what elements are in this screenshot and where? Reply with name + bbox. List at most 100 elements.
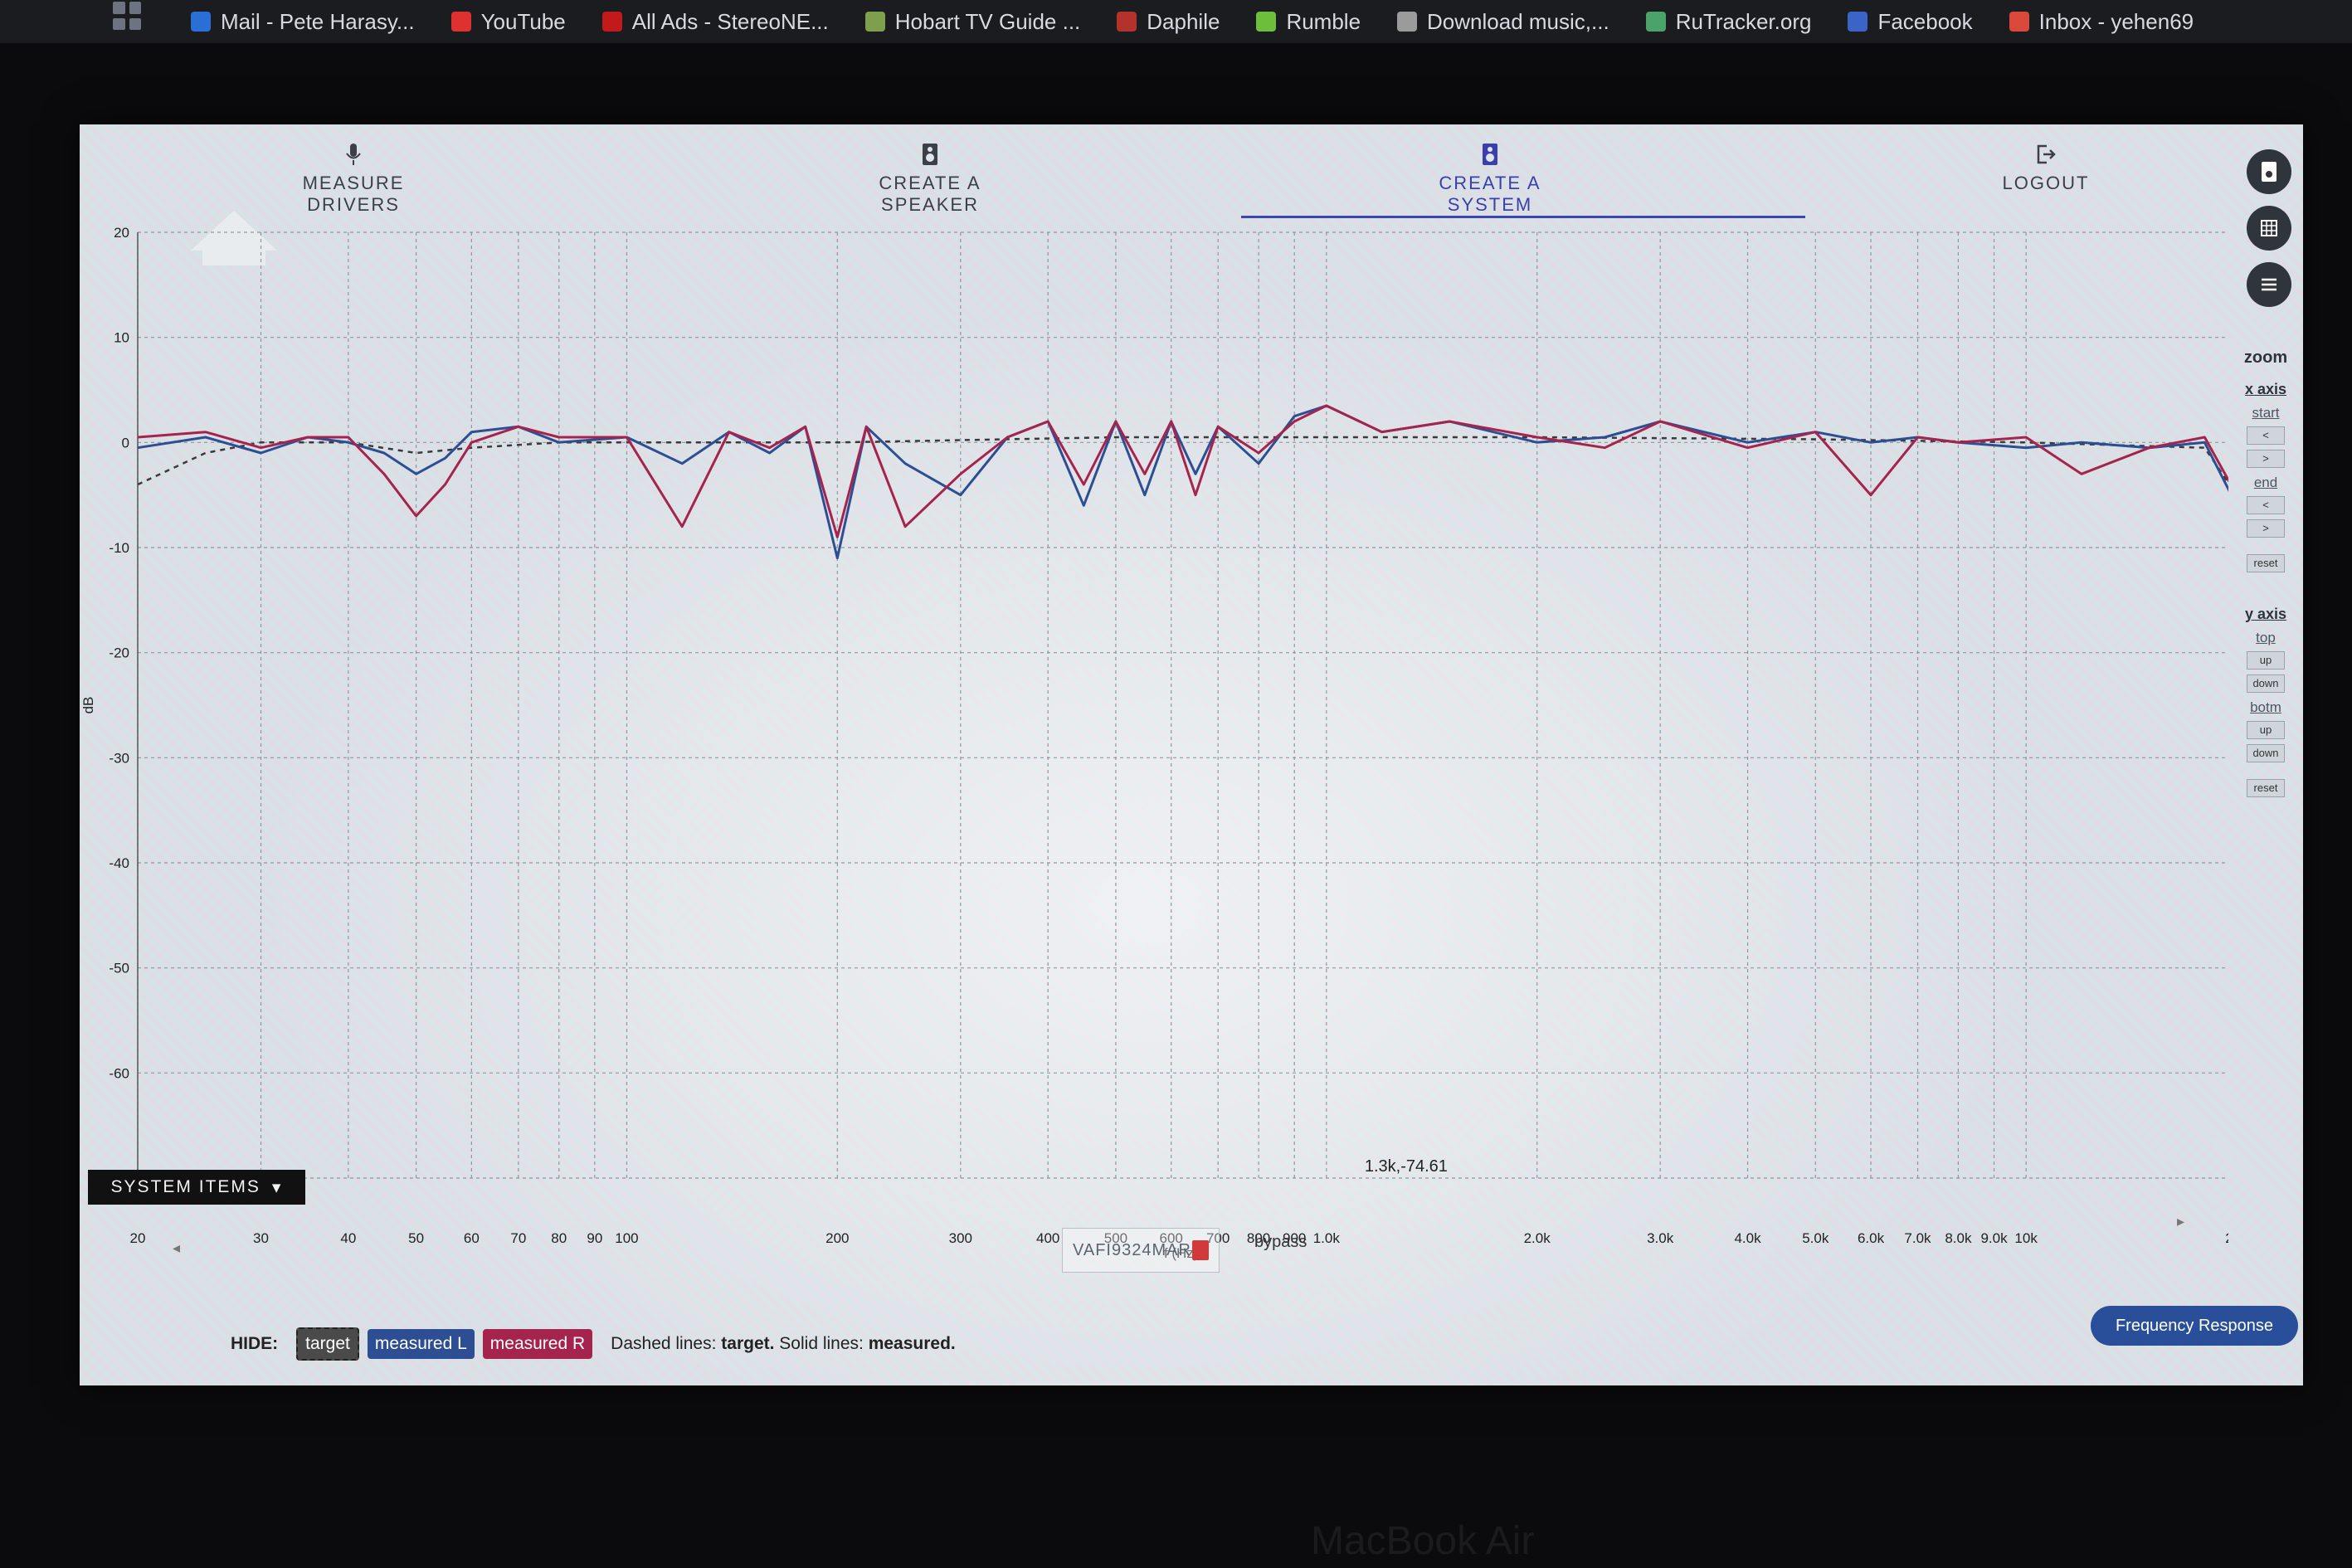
legend: HIDE: target measured L measured R Dashe…: [231, 1327, 956, 1361]
system-item-chip[interactable]: VAFI9324MAR: [1062, 1228, 1220, 1273]
x-tick-label: 40: [340, 1230, 356, 1246]
bookmark-label: Daphile: [1147, 8, 1220, 34]
bookmark-favicon-icon: [1645, 12, 1666, 32]
bookmark-favicon-icon: [1848, 12, 1868, 32]
zoom-panel: zoom x axis start < > end < > reset y ax…: [2237, 348, 2295, 797]
x-tick-label: 10k: [2014, 1230, 2038, 1246]
bookmark-item[interactable]: Download music,...: [1397, 9, 1609, 35]
system-item-name: VAFI9324MAR: [1073, 1240, 1191, 1259]
legend-note: Dashed lines: target. Solid lines: measu…: [611, 1334, 956, 1354]
x-end-label: end: [2253, 475, 2278, 490]
y-reset-button[interactable]: reset: [2247, 779, 2285, 797]
y-tick-label: 10: [114, 330, 129, 346]
y-top-label: top: [2256, 630, 2276, 645]
x-tick-label: 6.0k: [1858, 1230, 1885, 1246]
y-tick-label: -40: [109, 855, 129, 871]
grid-icon: [2261, 220, 2277, 236]
chevron-down-icon: ▾: [271, 1177, 283, 1197]
x-start-left-button[interactable]: <: [2247, 426, 2285, 445]
speaker-icon: [2262, 162, 2277, 182]
y-botm-label: botm: [2250, 699, 2281, 715]
list-view-button[interactable]: [2247, 262, 2291, 307]
x-tick-label: 4.0k: [1734, 1230, 1761, 1246]
hide-measured-r-toggle[interactable]: measured R: [482, 1329, 593, 1359]
bookmark-label: Hobart TV Guide ...: [894, 8, 1081, 34]
x-end-left-button[interactable]: <: [2247, 496, 2285, 514]
note-prefix: Dashed lines:: [611, 1334, 717, 1353]
frequency-response-button[interactable]: Frequency Response: [2091, 1306, 2298, 1346]
bookmark-item[interactable]: Hobart TV Guide ...: [864, 8, 1081, 35]
y-tick-label: 0: [122, 435, 129, 450]
hide-measured-l-toggle[interactable]: measured L: [367, 1329, 475, 1359]
bookmark-label: All Ads - StereoNE...: [631, 8, 829, 34]
x-tick-label: 20k: [2225, 1230, 2228, 1246]
bookmark-favicon-icon: [450, 12, 471, 32]
x-start-label: start: [2252, 405, 2280, 421]
y-axis-label: dB: [80, 697, 96, 714]
bookmark-item[interactable]: Daphile: [1117, 9, 1220, 35]
scroll-right-arrow[interactable]: ▸: [2177, 1213, 2184, 1230]
frequency-response-chart: 20 30 40 50 60 70 80 90 100 200 300 400 500 600 700 800…: [80, 225, 2228, 1261]
bookmark-item[interactable]: Mail - Pete Harasy...: [191, 9, 415, 35]
hide-target-toggle[interactable]: target: [296, 1327, 359, 1361]
series-line: [137, 404, 2228, 560]
hide-label: HIDE:: [231, 1334, 279, 1353]
note-target: target.: [721, 1334, 775, 1353]
bookmark-item[interactable]: Inbox - yehen69: [2009, 9, 2194, 35]
zoom-title: zoom: [2243, 348, 2288, 367]
x-tick-label: 80: [551, 1230, 567, 1246]
apps-grid-icon[interactable]: [113, 2, 141, 30]
bookmark-item[interactable]: All Ads - StereoNE...: [601, 8, 829, 35]
y-tick-label: 20: [114, 225, 129, 241]
x-tick-label: 90: [587, 1230, 602, 1246]
bookmark-label: Mail - Pete Harasy...: [221, 8, 415, 34]
bookmark-label: Facebook: [1877, 8, 1973, 34]
bookmark-favicon-icon: [1117, 12, 1137, 32]
x-tick-label: 5.0k: [1802, 1230, 1829, 1246]
bookmark-item[interactable]: Facebook: [1848, 8, 1973, 35]
y-top-down-button[interactable]: down: [2247, 674, 2285, 693]
x-start-right-button[interactable]: >: [2247, 450, 2285, 468]
y-botm-down-button[interactable]: down: [2247, 744, 2285, 762]
system-items-label: SYSTEM ITEMS: [110, 1177, 261, 1196]
series-line: [137, 404, 2228, 538]
y-tick-label: -20: [109, 645, 129, 661]
speaker-view-button[interactable]: [2247, 149, 2291, 194]
bookmark-item[interactable]: RuTracker.org: [1645, 9, 1811, 35]
x-tick-label: 8.0k: [1945, 1230, 1972, 1246]
system-items-dropdown[interactable]: SYSTEM ITEMS ▾: [88, 1170, 305, 1205]
bookmarks-bar: Mail - Pete Harasy... YouTube All Ads - St…: [0, 0, 2352, 43]
x-tick-label: 20: [130, 1230, 146, 1246]
y-tick-label: -60: [109, 1065, 129, 1081]
x-tick-label: 300: [949, 1230, 972, 1246]
y-tick-label: -10: [109, 540, 129, 556]
x-tick-label: 70: [510, 1230, 526, 1246]
y-axis-label: y axis: [2244, 606, 2287, 622]
bookmark-label: YouTube: [480, 8, 566, 34]
x-tick-label: 9.0k: [1980, 1230, 2008, 1246]
grid-view-button[interactable]: [2247, 206, 2291, 251]
bookmark-favicon-icon: [2009, 12, 2029, 32]
x-tick-label: 3.0k: [1647, 1230, 1674, 1246]
x-tick-label: 30: [253, 1230, 269, 1246]
x-tick-label: 100: [615, 1230, 638, 1246]
bypass-toggle[interactable]: bypass: [1254, 1233, 1307, 1252]
trash-icon[interactable]: [1192, 1240, 1209, 1260]
bookmark-label: Download music,...: [1427, 8, 1609, 34]
laptop-label: MacBook Air: [1311, 1519, 1535, 1563]
x-reset-button[interactable]: reset: [2247, 554, 2285, 572]
scroll-left-arrow[interactable]: ◂: [173, 1239, 180, 1257]
x-end-right-button[interactable]: >: [2247, 519, 2285, 538]
bookmark-label: Inbox - yehen69: [2038, 8, 2194, 34]
x-tick-label: 400: [1036, 1230, 1059, 1246]
x-tick-label: 50: [408, 1230, 424, 1246]
bookmark-label: Rumble: [1286, 8, 1361, 34]
x-tick-label: 200: [825, 1230, 849, 1246]
bookmark-item[interactable]: YouTube: [450, 8, 566, 35]
y-botm-up-button[interactable]: up: [2247, 721, 2285, 739]
y-top-up-button[interactable]: up: [2247, 651, 2285, 670]
bookmark-item[interactable]: Rumble: [1256, 9, 1361, 35]
x-tick-label: 60: [464, 1230, 480, 1246]
y-tick-label: -50: [109, 961, 129, 976]
note-mid: Solid lines:: [779, 1334, 864, 1353]
